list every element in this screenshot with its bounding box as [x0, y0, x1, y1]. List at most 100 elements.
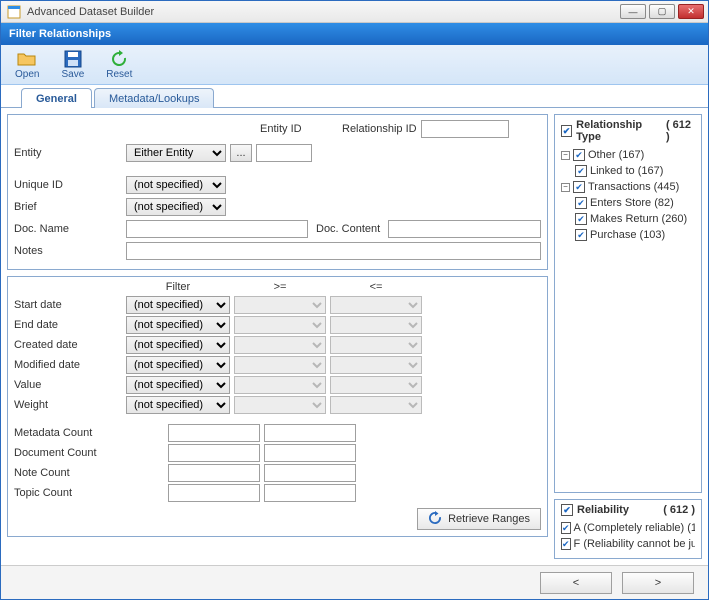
entity-select[interactable]: Either Entity: [126, 144, 226, 162]
weight-filter[interactable]: (not specified): [126, 396, 230, 414]
entity-id-input[interactable]: [256, 144, 312, 162]
end-date-le: [330, 316, 422, 334]
document-count-label: Document Count: [14, 447, 164, 459]
reliability-title: Reliability: [577, 504, 629, 516]
filter-header: Filter: [126, 281, 230, 293]
next-button[interactable]: >: [622, 572, 694, 594]
reliability-count: ( 612 ): [663, 504, 695, 516]
weight-ge: [234, 396, 326, 414]
tab-metadata-lookups[interactable]: Metadata/Lookups: [94, 88, 215, 108]
checkbox[interactable]: [573, 181, 585, 193]
tree-node-enters-store[interactable]: Enters Store (82): [575, 195, 695, 211]
note-count-ge[interactable]: [168, 464, 260, 482]
close-button[interactable]: ✕: [678, 4, 704, 19]
collapse-icon[interactable]: −: [561, 183, 570, 192]
notes-input[interactable]: [126, 242, 541, 260]
value-label: Value: [14, 379, 122, 391]
modified-date-filter[interactable]: (not specified): [126, 356, 230, 374]
le-header: <=: [330, 281, 422, 293]
reliability-checkbox[interactable]: [561, 504, 573, 516]
checkbox[interactable]: [575, 213, 587, 225]
panel-title: Filter Relationships: [1, 23, 708, 45]
doc-content-input[interactable]: [388, 220, 541, 238]
value-filter[interactable]: (not specified): [126, 376, 230, 394]
created-date-filter[interactable]: (not specified): [126, 336, 230, 354]
reliability-item-a[interactable]: A (Completely reliable) (1): [561, 520, 695, 536]
start-date-ge: [234, 296, 326, 314]
value-le: [330, 376, 422, 394]
end-date-filter[interactable]: (not specified): [126, 316, 230, 334]
identity-panel: Entity ID Relationship ID Entity Either …: [7, 114, 548, 270]
tab-general[interactable]: General: [21, 88, 92, 108]
doc-name-input[interactable]: [126, 220, 308, 238]
reset-label: Reset: [106, 69, 132, 80]
app-icon: [7, 5, 21, 19]
checkbox[interactable]: [575, 197, 587, 209]
modified-date-label: Modified date: [14, 359, 122, 371]
start-date-label: Start date: [14, 299, 122, 311]
tree-label: Makes Return (260): [590, 213, 687, 225]
start-date-le: [330, 296, 422, 314]
topic-count-le[interactable]: [264, 484, 356, 502]
retrieve-ranges-button[interactable]: Retrieve Ranges: [417, 508, 541, 530]
reset-button[interactable]: Reset: [100, 47, 138, 82]
entity-id-label: Entity ID: [260, 123, 316, 135]
toolbar: Open Save Reset: [1, 45, 708, 85]
main-pane: Entity ID Relationship ID Entity Either …: [1, 108, 554, 565]
checkbox[interactable]: [575, 229, 587, 241]
reliability-label: A (Completely reliable) (1): [574, 522, 695, 534]
topic-count-ge[interactable]: [168, 484, 260, 502]
note-count-le[interactable]: [264, 464, 356, 482]
end-date-label: End date: [14, 319, 122, 331]
tree-node-other[interactable]: − Other (167): [561, 147, 695, 163]
relationship-type-checkbox[interactable]: [561, 125, 572, 137]
prev-button[interactable]: <: [540, 572, 612, 594]
save-icon: [63, 49, 83, 69]
document-count-le[interactable]: [264, 444, 356, 462]
document-count-ge[interactable]: [168, 444, 260, 462]
unique-id-label: Unique ID: [14, 179, 122, 191]
doc-content-label: Doc. Content: [312, 223, 384, 235]
reliability-item-f[interactable]: F (Reliability cannot be judged) (611): [561, 536, 695, 552]
refresh-icon: [109, 49, 129, 69]
retrieve-ranges-label: Retrieve Ranges: [448, 513, 530, 525]
ge-header: >=: [234, 281, 326, 293]
entity-browse-button[interactable]: ...: [230, 144, 252, 162]
metadata-count-le[interactable]: [264, 424, 356, 442]
relationship-type-title: Relationship Type: [576, 119, 662, 143]
relationship-id-input[interactable]: [421, 120, 509, 138]
created-date-label: Created date: [14, 339, 122, 351]
checkbox[interactable]: [561, 538, 571, 550]
open-button[interactable]: Open: [9, 47, 45, 82]
checkbox[interactable]: [561, 522, 571, 534]
save-label: Save: [61, 69, 84, 80]
tree-label: Purchase (103): [590, 229, 665, 241]
tree-node-transactions[interactable]: − Transactions (445): [561, 179, 695, 195]
metadata-count-label: Metadata Count: [14, 427, 164, 439]
weight-label: Weight: [14, 399, 122, 411]
brief-label: Brief: [14, 201, 122, 213]
minimize-button[interactable]: —: [620, 4, 646, 19]
notes-label: Notes: [14, 245, 122, 257]
save-button[interactable]: Save: [55, 47, 90, 82]
tree-node-purchase[interactable]: Purchase (103): [575, 227, 695, 243]
metadata-count-ge[interactable]: [168, 424, 260, 442]
checkbox[interactable]: [573, 149, 585, 161]
note-count-label: Note Count: [14, 467, 164, 479]
end-date-ge: [234, 316, 326, 334]
window-controls: — ▢ ✕: [620, 4, 704, 19]
tree-node-linked-to[interactable]: Linked to (167): [575, 163, 695, 179]
body: Entity ID Relationship ID Entity Either …: [1, 107, 708, 565]
checkbox[interactable]: [575, 165, 587, 177]
folder-open-icon: [17, 49, 37, 69]
relationship-type-panel: Relationship Type ( 612 ) − Other (167): [554, 114, 702, 493]
collapse-icon[interactable]: −: [561, 151, 570, 160]
side-pane: Relationship Type ( 612 ) − Other (167): [554, 108, 708, 565]
tree-node-makes-return[interactable]: Makes Return (260): [575, 211, 695, 227]
start-date-filter[interactable]: (not specified): [126, 296, 230, 314]
brief-select[interactable]: (not specified): [126, 198, 226, 216]
reliability-panel: Reliability ( 612 ) A (Completely reliab…: [554, 499, 702, 559]
tree-label: Transactions (445): [588, 181, 679, 193]
maximize-button[interactable]: ▢: [649, 4, 675, 19]
unique-id-select[interactable]: (not specified): [126, 176, 226, 194]
